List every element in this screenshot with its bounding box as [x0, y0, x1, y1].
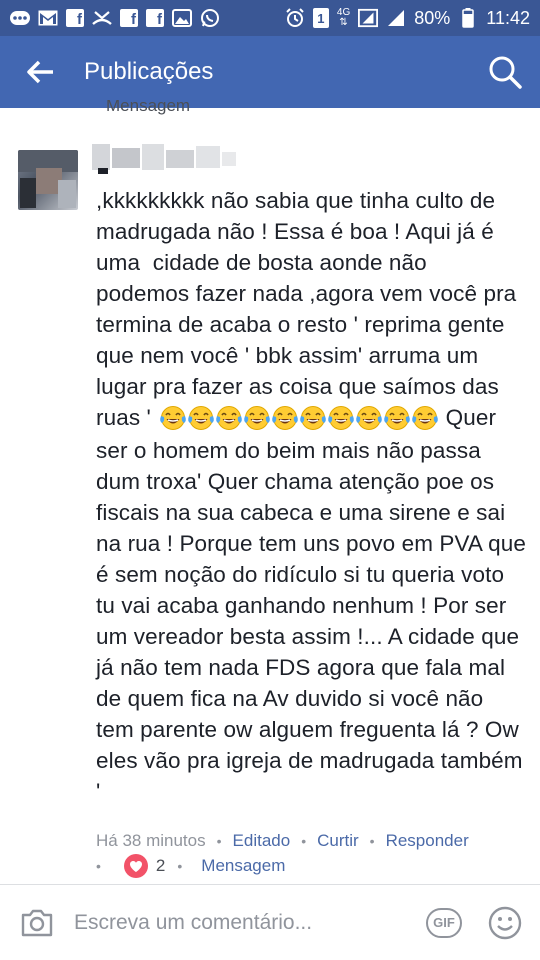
signal-box-icon — [358, 8, 379, 28]
emoji-row — [159, 404, 445, 435]
gif-button[interactable]: GIF — [426, 907, 462, 938]
separator-dot: • — [177, 858, 183, 874]
tears-of-joy-emoji-icon — [243, 405, 271, 432]
tears-of-joy-emoji-icon — [327, 405, 355, 432]
tears-of-joy-emoji-icon — [215, 405, 243, 432]
camera-icon — [21, 909, 53, 936]
comment-body: ,kkkkkkkkk não sabia que tinha culto de … — [96, 185, 526, 807]
comment-input[interactable]: Escreva um comentário... — [74, 911, 426, 935]
back-arrow-icon — [27, 60, 53, 84]
signal-strength-icon — [386, 8, 406, 28]
comment-text-part-2: Quer ser o homem do beim mais não passa … — [96, 405, 533, 804]
missed-call-icon — [92, 8, 112, 28]
message-button[interactable]: Mensagem — [201, 856, 285, 876]
comment-timestamp: Há 38 minutos — [96, 831, 206, 850]
alarm-icon — [285, 8, 305, 28]
gmail-icon — [38, 8, 58, 28]
status-bar: f f f 1 4G ⇅ 80% 11:42 — [0, 0, 540, 36]
tears-of-joy-emoji-icon — [355, 405, 383, 432]
app-bar: Publicações — [0, 36, 540, 108]
data-arrows-icon: ⇅ — [339, 17, 348, 28]
tears-of-joy-emoji-icon — [383, 405, 411, 432]
camera-button[interactable] — [0, 908, 74, 938]
tears-of-joy-emoji-icon — [271, 405, 299, 432]
avatar[interactable] — [18, 150, 78, 210]
tears-of-joy-emoji-icon — [159, 405, 187, 432]
clock: 11:42 — [486, 7, 530, 28]
network-type: 4G ⇅ — [336, 7, 351, 28]
comment-composer: Escreva um comentário... GIF — [0, 884, 540, 960]
commenter-name-blurred[interactable] — [90, 140, 240, 176]
tears-of-joy-emoji-icon — [299, 405, 327, 432]
tears-of-joy-emoji-icon — [411, 405, 439, 432]
sticker-button[interactable] — [488, 906, 522, 940]
edited-link[interactable]: Editado — [233, 831, 291, 851]
back-button[interactable] — [0, 36, 84, 108]
facebook-icon-3: f — [146, 9, 164, 27]
sim-indicator: 1 — [312, 8, 329, 28]
separator-dot: • — [301, 833, 307, 849]
like-button[interactable]: Curtir — [317, 831, 359, 851]
battery-percent: 80% — [414, 7, 451, 28]
comment-text-part-1: ,kkkkkkkkk não sabia que tinha culto de … — [96, 188, 523, 430]
page-title: Publicações — [84, 58, 214, 85]
search-icon — [489, 56, 522, 89]
search-button[interactable] — [470, 36, 540, 108]
whatsapp-icon — [200, 8, 220, 28]
tears-of-joy-emoji-icon — [187, 405, 215, 432]
reaction-count[interactable]: 2 — [156, 856, 165, 876]
facebook-icon: f — [66, 9, 84, 27]
battery-icon — [458, 8, 478, 28]
heart-reaction-icon[interactable] — [123, 854, 148, 878]
gallery-icon — [172, 8, 192, 28]
smiley-icon — [488, 906, 522, 939]
separator-dot: • — [96, 858, 101, 874]
more-notifications-icon — [10, 8, 30, 28]
comment-actions-row-2: • 2 • Mensagem — [96, 854, 285, 878]
reply-button[interactable]: Responder — [386, 831, 469, 851]
separator-dot: • — [216, 833, 222, 849]
comment-actions: Há 38 minutos • Editado • Curtir • Respo… — [96, 830, 536, 852]
facebook-icon-2: f — [120, 9, 138, 27]
separator-dot: • — [369, 833, 375, 849]
previous-message-link[interactable]: Mensagem — [106, 100, 190, 118]
